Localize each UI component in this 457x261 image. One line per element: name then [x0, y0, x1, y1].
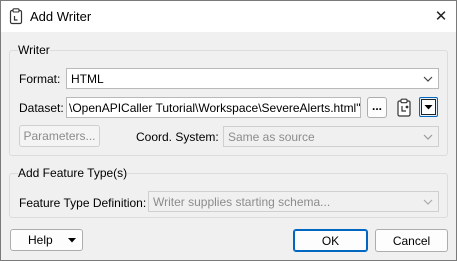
feature-type-group-title: Add Feature Type(s)	[18, 166, 128, 180]
dataset-value: \OpenAPICaller Tutorial\Workspace\Severe…	[69, 100, 361, 115]
close-icon: ✕	[434, 8, 448, 25]
help-label: Help	[28, 233, 53, 247]
coord-system-select[interactable]: Same as source	[223, 126, 439, 147]
browse-button[interactable]: ...	[367, 97, 387, 118]
parameters-label: Parameters...	[23, 129, 96, 143]
add-writer-dialog: Add Writer ✕ Writer Format: HTML Dataset…	[0, 0, 457, 261]
dataset-label: Dataset:	[19, 101, 64, 115]
close-button[interactable]: ✕	[429, 5, 453, 27]
chevron-down-icon	[423, 134, 433, 140]
format-value: HTML	[71, 71, 104, 86]
chevron-down-icon	[423, 199, 433, 205]
dataset-input[interactable]: \OpenAPICaller Tutorial\Workspace\Severe…	[66, 97, 361, 118]
dialog-title: Add Writer	[30, 9, 92, 24]
parameters-button[interactable]: Parameters...	[19, 125, 100, 147]
help-button[interactable]: Help	[10, 229, 83, 251]
feature-type-definition-select[interactable]: Writer supplies starting schema...	[148, 191, 439, 212]
feature-type-definition-label: Feature Type Definition:	[19, 196, 147, 210]
title-bar: Add Writer ✕	[1, 1, 456, 32]
chevron-down-icon	[423, 76, 433, 82]
dropdown-arrow-icon	[424, 105, 433, 110]
ok-button[interactable]: OK	[293, 229, 368, 252]
coord-system-label: Coord. System:	[136, 130, 219, 144]
dataset-options-button[interactable]	[419, 97, 438, 117]
format-label: Format:	[19, 72, 61, 86]
chevron-down-icon	[68, 238, 76, 243]
browse-label: ...	[371, 98, 382, 113]
feature-type-definition-value: Writer supplies starting schema...	[153, 194, 331, 209]
coord-system-value: Same as source	[228, 129, 315, 144]
clear-dataset-button[interactable]	[395, 98, 413, 118]
ok-label: OK	[321, 233, 340, 248]
clipboard-icon	[397, 98, 411, 117]
writer-icon	[9, 8, 23, 25]
writer-group-title: Writer	[18, 43, 50, 57]
cancel-button[interactable]: Cancel	[375, 229, 448, 252]
cancel-label: Cancel	[392, 233, 431, 248]
format-select[interactable]: HTML	[66, 68, 439, 89]
